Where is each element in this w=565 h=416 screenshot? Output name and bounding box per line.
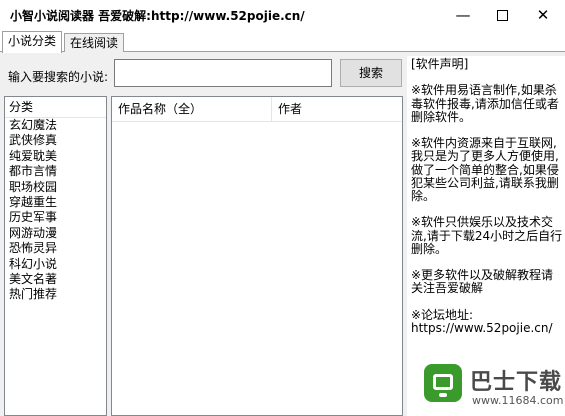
search-label: 输入要搜索的小说: [8, 70, 109, 84]
search-button[interactable]: 搜索 [340, 59, 402, 87]
results-table[interactable]: 作品名称（全） 作者 [111, 96, 403, 416]
category-item[interactable]: 历史军事 [5, 210, 106, 225]
notice-text: [软件声明] ※软件用易语言制作,如果杀毒软件报毒,请添加信任或者删除软件。 ※… [411, 57, 563, 336]
column-header-title[interactable]: 作品名称（全） [112, 97, 272, 121]
category-item[interactable]: 美文名著 [5, 272, 106, 287]
category-item[interactable]: 恐怖灵异 [5, 241, 106, 256]
category-item[interactable]: 职场校园 [5, 180, 106, 195]
watermark-url: www.11684.com [472, 394, 564, 407]
tab-strip: 小说分类 在线阅读 [0, 31, 565, 53]
tv-logo-icon [424, 364, 462, 402]
window-title: 小智小说阅读器 吾爱破解:http://www.52pojie.cn/ [10, 9, 305, 23]
category-item[interactable]: 热门推荐 [5, 287, 106, 302]
tab-online-reading[interactable]: 在线阅读 [64, 33, 125, 52]
results-header: 作品名称（全） 作者 [112, 97, 402, 122]
category-header: 分类 [5, 97, 106, 118]
minimize-button[interactable]: — [448, 0, 478, 30]
search-input[interactable] [114, 59, 332, 87]
category-item[interactable]: 科幻小说 [5, 257, 106, 272]
category-item[interactable]: 武侠修真 [5, 133, 106, 148]
category-item[interactable]: 纯爱耽美 [5, 149, 106, 164]
watermark-name: 巴士下载 [470, 370, 563, 395]
category-item[interactable]: 网游动漫 [5, 226, 106, 241]
category-list[interactable]: 分类 玄幻魔法 武侠修真 纯爱耽美 都市言情 职场校园 穿越重生 历史军事 网游… [4, 96, 107, 416]
maximize-icon [496, 10, 508, 21]
category-item[interactable]: 都市言情 [5, 164, 106, 179]
category-item[interactable]: 玄幻魔法 [5, 118, 106, 133]
title-bar: 小智小说阅读器 吾爱破解:http://www.52pojie.cn/ — ✕ [0, 0, 565, 30]
tab-novel-categories[interactable]: 小说分类 [2, 31, 63, 53]
maximize-button[interactable] [487, 0, 517, 30]
site-watermark: 巴士下载 www.11684.com [420, 360, 565, 416]
column-header-author[interactable]: 作者 [272, 97, 402, 121]
category-item[interactable]: 穿越重生 [5, 195, 106, 210]
close-button[interactable]: ✕ [528, 0, 558, 30]
